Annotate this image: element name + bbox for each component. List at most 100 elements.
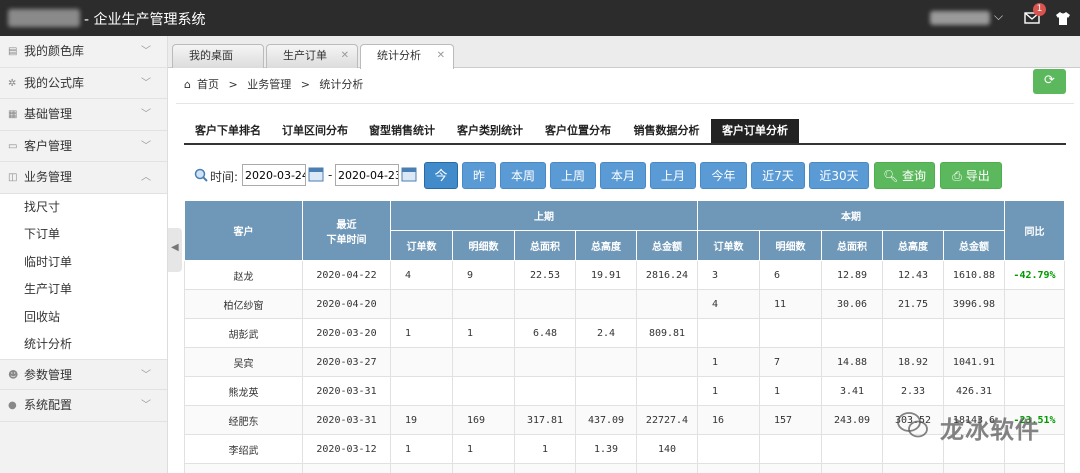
sidebar-item-1[interactable]: ✲ 我的公式库 ﹀	[0, 68, 167, 99]
sidebar-item-4[interactable]: ◫ 业务管理 ︿	[0, 162, 167, 194]
sidebar-item-label: 业务管理	[24, 170, 73, 184]
cell-prev-value: 3	[390, 463, 453, 473]
sidebar-bottom-item-1[interactable]: ● 系统配置 ﹀	[0, 390, 167, 422]
sidebar-item-3[interactable]: ▭ 客户管理 ﹀	[0, 131, 167, 162]
close-icon[interactable]: ✕	[437, 45, 445, 67]
cell-last-order-date: 2020-04-20	[302, 289, 391, 319]
search-icon: 🔍︎	[882, 169, 903, 183]
cell-prev-value: 9	[452, 260, 515, 290]
report-tab-4[interactable]: 客户位置分布	[534, 119, 622, 143]
cell-customer: 赵龙	[184, 260, 303, 290]
tab-bar: 我的桌面 生产订单 ✕ 统计分析 ✕	[168, 36, 1080, 69]
calendar-icon[interactable]	[308, 166, 324, 182]
quick-range-button[interactable]: 本周	[500, 162, 546, 189]
cell-last-order-date: 2020-03-31	[302, 405, 391, 435]
cell-prev-value	[452, 289, 515, 319]
sidebar-bottom-item-0[interactable]: ☻ 参数管理 ﹀	[0, 358, 167, 390]
cell-last-order-date: 2020-03-20	[302, 318, 391, 348]
quick-range-button[interactable]: 本月	[600, 162, 646, 189]
cell-last-order-date: 2020-03-27	[302, 347, 391, 377]
sidebar-item-2[interactable]: ▦ 基础管理 ﹀	[0, 99, 167, 131]
quick-range-button[interactable]: 今	[424, 162, 458, 189]
start-date-input[interactable]	[242, 164, 306, 186]
subheader-cell: 总金额	[636, 230, 698, 261]
cell-cur-value: 243.09	[821, 405, 883, 435]
report-tab-0[interactable]: 客户下单排名	[184, 119, 272, 143]
submenu-item[interactable]: 下订单	[0, 221, 167, 249]
cell-customer: 赵彪	[184, 463, 303, 473]
cell-prev-value: 809.81	[636, 318, 698, 348]
submenu-item[interactable]: 找尺寸	[0, 194, 167, 222]
quick-range-button[interactable]: 上月	[650, 162, 696, 189]
table-row[interactable]: 吴宾 2020-03-27 1 7 14.88 18.92 1041.91	[184, 347, 1065, 377]
report-tab-3[interactable]: 客户类别统计	[446, 119, 534, 143]
report-tab-6[interactable]: 客户订单分析	[711, 119, 799, 143]
header-last-order: 最近 下单时间	[302, 200, 391, 261]
submenu-business: 找尺寸 下订单 临时订单 生产订单 回收站 统计分析	[0, 193, 167, 359]
cell-prev-value	[390, 376, 453, 406]
report-tab-5[interactable]: 销售数据分析	[622, 119, 711, 143]
quick-range-button[interactable]: 近30天	[809, 162, 869, 189]
sidebar-collapse-handle[interactable]: ◀	[168, 228, 182, 272]
cell-cur-value: 157	[759, 405, 822, 435]
sidebar-item-label: 客户管理	[24, 138, 73, 153]
gear-icon: ✲	[8, 77, 17, 89]
refresh-button[interactable]: ⟳	[1033, 69, 1066, 94]
chevron-down-icon[interactable]: ⌵	[994, 9, 1003, 24]
cell-prev-value	[390, 289, 453, 319]
theme-shirt-icon[interactable]	[1055, 10, 1071, 26]
tab-label: 统计分析	[377, 49, 421, 62]
sidebar-item-label: 参数管理	[24, 367, 73, 382]
table-row[interactable]: 柏亿纱窗 2020-04-20 4 11 30.06 21.75 3996.98	[184, 289, 1065, 319]
user-icon: ●	[8, 400, 17, 411]
table-row[interactable]: 熊龙英 2020-03-31 1 1 3.41 2.33 426.31	[184, 376, 1065, 406]
blurred-user-name[interactable]	[930, 11, 990, 25]
tab-desktop[interactable]: 我的桌面	[172, 44, 264, 68]
table-row[interactable]: 赵彪2020-03-313512.5210.811600.844625.6113…	[184, 463, 1065, 473]
quick-range-button[interactable]: 今年	[700, 162, 747, 189]
quick-range-button[interactable]: 上周	[550, 162, 596, 189]
cell-cur-value: 30.06	[821, 289, 883, 319]
breadcrumb-separator: >	[300, 78, 310, 91]
tab-production-orders[interactable]: 生产订单 ✕	[266, 44, 358, 68]
submenu-item[interactable]: 回收站	[0, 304, 167, 332]
export-button[interactable]: ⎙ 导出	[940, 162, 1002, 189]
cell-prev-value	[514, 347, 576, 377]
table-row[interactable]: 胡彭武 2020-03-20 1 1 6.48 2.4 809.81	[184, 318, 1065, 348]
cell-cur-value	[821, 318, 883, 348]
cell-cur-value: 14.88	[821, 347, 883, 377]
quick-range-button[interactable]: 近7天	[751, 162, 805, 189]
quick-range-button[interactable]: 昨	[462, 162, 496, 189]
chevron-left-icon: ◀	[171, 242, 179, 253]
cell-cur-value	[882, 318, 944, 348]
close-icon[interactable]: ✕	[341, 45, 349, 67]
breadcrumb-business[interactable]: 业务管理	[247, 78, 291, 91]
cell-prev-value: 2816.24	[636, 260, 698, 290]
cell-cur-value: 3996.98	[943, 289, 1005, 319]
report-tab-1[interactable]: 订单区间分布	[272, 119, 358, 143]
cell-prev-value: 5	[452, 463, 515, 473]
report-tab-2[interactable]: 窗型销售统计	[358, 119, 446, 143]
chevron-down-icon: ﹀	[141, 400, 151, 411]
cell-customer: 熊龙英	[184, 376, 303, 406]
calendar-icon[interactable]	[401, 166, 417, 182]
cell-prev-value: 317.81	[514, 405, 576, 435]
end-date-input[interactable]	[335, 164, 399, 186]
chevron-down-icon: ﹀	[141, 46, 151, 57]
sidebar-item-0[interactable]: ▤ 我的颜色库 ﹀	[0, 36, 167, 68]
cell-prev-value: 1	[390, 434, 453, 464]
cell-cur-value: 18.92	[882, 347, 944, 377]
header-prev-period: 上期	[390, 200, 698, 231]
subheader-cell: 总高度	[575, 230, 637, 261]
submenu-item[interactable]: 生产订单	[0, 276, 167, 304]
table-row[interactable]: 赵龙 2020-04-22 4 9 22.53 19.91 2816.24 3 6 12.89 12…	[184, 260, 1065, 290]
cell-prev-value: 1	[452, 434, 515, 464]
submenu-item[interactable]: 统计分析	[0, 331, 167, 359]
tab-statistics[interactable]: 统计分析 ✕	[360, 44, 454, 69]
cell-prev-value: 2.4	[575, 318, 637, 348]
cell-cur-value: 6	[759, 260, 822, 290]
submenu-item[interactable]: 临时订单	[0, 249, 167, 277]
breadcrumb-home[interactable]: 首页	[197, 78, 219, 91]
export-icon: ⎙	[952, 169, 966, 183]
query-button[interactable]: 🔍︎ 查询	[874, 162, 935, 189]
